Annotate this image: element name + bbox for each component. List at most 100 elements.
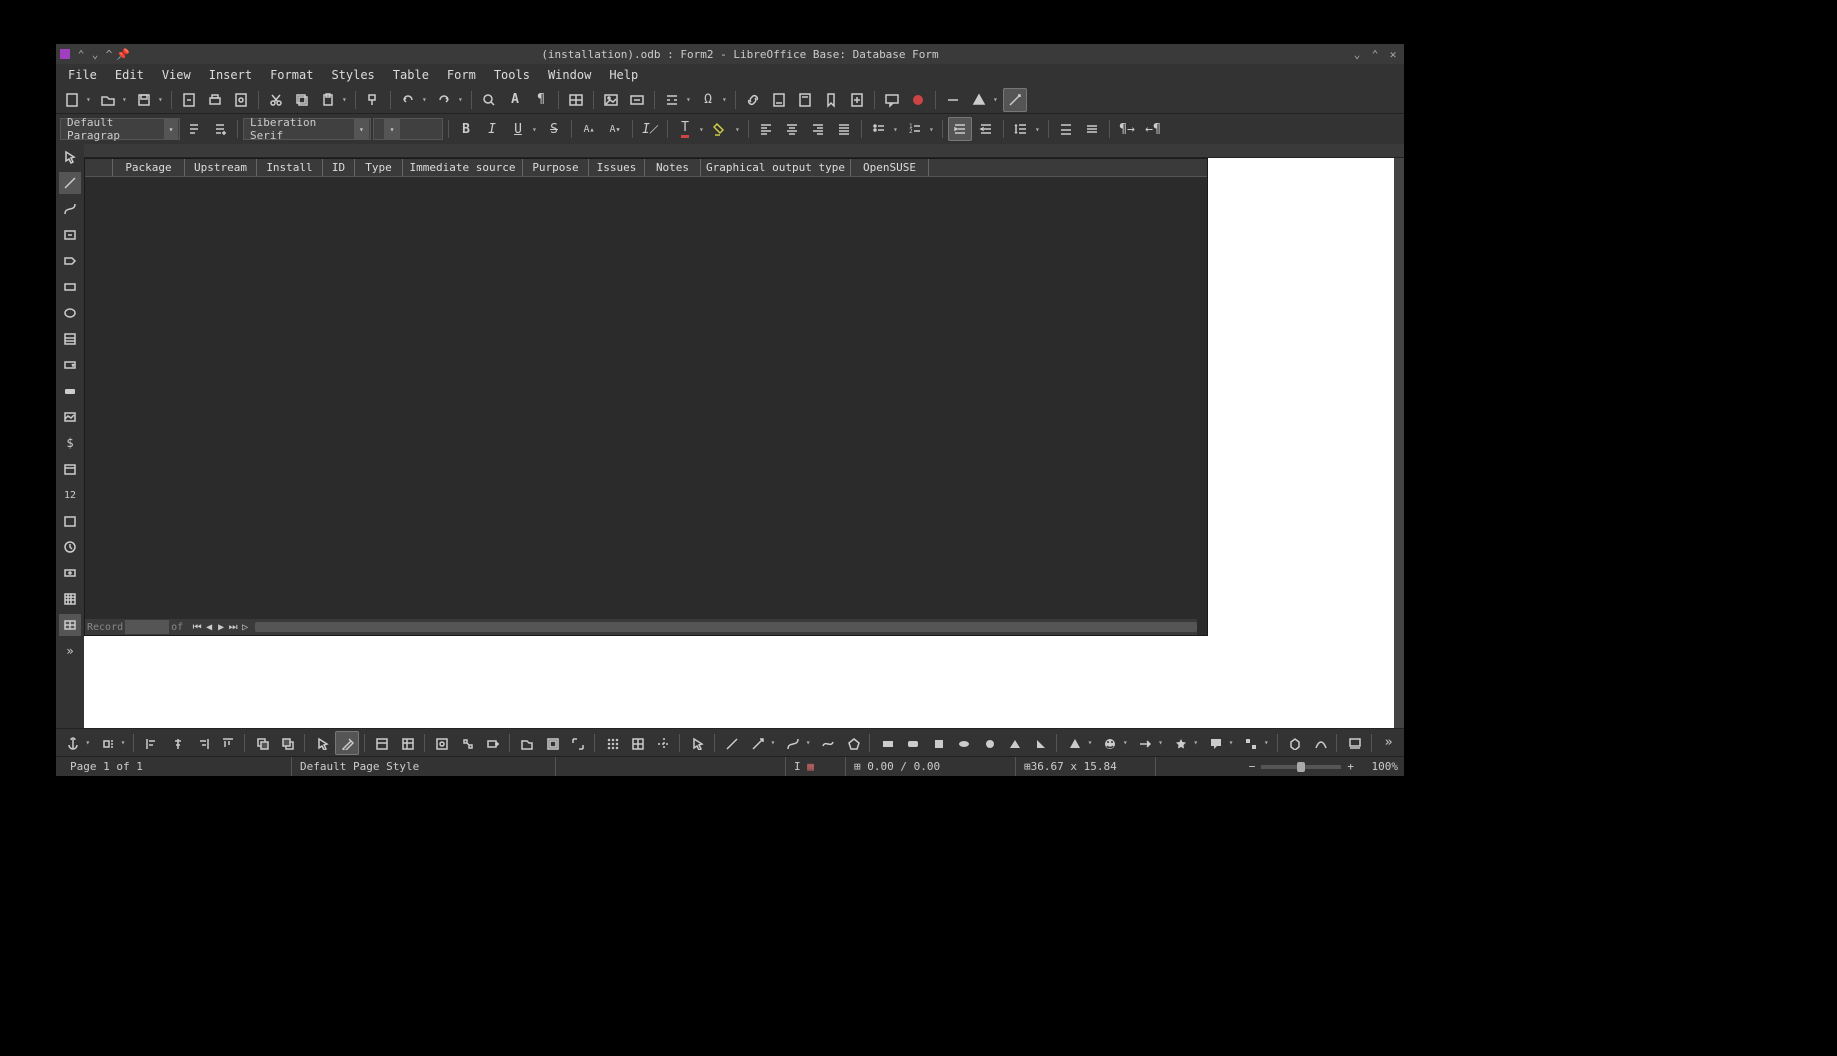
last-record-button[interactable]: ⏭: [227, 622, 239, 633]
line-arrow-button[interactable]: [745, 731, 768, 755]
grid-col-install[interactable]: Install: [257, 159, 323, 176]
decrease-para-spacing-button[interactable]: [1080, 117, 1104, 141]
flowchart-shapes-menu[interactable]: [1238, 731, 1261, 755]
new-record-button[interactable]: ▷: [239, 622, 251, 633]
track-changes-button[interactable]: [906, 88, 930, 112]
spellcheck-button[interactable]: A: [503, 88, 527, 112]
position-size[interactable]: [566, 731, 589, 755]
align-objects-center[interactable]: [165, 731, 188, 755]
paragraph-style-combo[interactable]: Default Paragrap▾: [60, 118, 180, 140]
menu-insert[interactable]: Insert: [201, 66, 260, 84]
ellipse-button[interactable]: [952, 731, 975, 755]
numeric-field-tool[interactable]: 12: [59, 484, 81, 506]
basic-shapes-button[interactable]: [967, 88, 991, 112]
rtl-button[interactable]: ←¶: [1141, 117, 1165, 141]
toggle-design-mode[interactable]: [335, 731, 358, 755]
status-page[interactable]: Page 1 of 1: [62, 757, 292, 776]
redo-button[interactable]: [432, 88, 456, 112]
prev-record-button[interactable]: ◀: [203, 622, 215, 633]
underline-button[interactable]: U: [506, 117, 530, 141]
font-name-combo[interactable]: Liberation Serif▾: [243, 118, 371, 140]
status-insert-mode[interactable]: I ▦: [786, 757, 846, 776]
menu-edit[interactable]: Edit: [107, 66, 152, 84]
line-tool[interactable]: [59, 172, 81, 194]
date-field-tool[interactable]: [59, 458, 81, 480]
new-button[interactable]: [60, 88, 84, 112]
basic-shapes-menu[interactable]: [1062, 731, 1085, 755]
document-canvas[interactable]: Package Upstream Install ID Type Immedia…: [84, 158, 1404, 728]
menu-tools[interactable]: Tools: [486, 66, 538, 84]
find-button[interactable]: [477, 88, 501, 112]
align-left-button[interactable]: [754, 117, 778, 141]
snap-to-grid[interactable]: [625, 731, 648, 755]
justify-button[interactable]: [832, 117, 856, 141]
next-record-button[interactable]: ▶: [215, 622, 227, 633]
increase-indent-button[interactable]: [948, 117, 972, 141]
maximize-icon[interactable]: ⌃: [1368, 47, 1382, 61]
automatic-focus[interactable]: [540, 731, 563, 755]
display-grid[interactable]: [600, 731, 623, 755]
grid-col-opensuse[interactable]: OpenSUSE: [851, 159, 929, 176]
wrap-button[interactable]: [95, 731, 118, 755]
select-object[interactable]: [310, 731, 333, 755]
arrow-shapes-menu[interactable]: [1133, 731, 1156, 755]
table-control-tool[interactable]: [59, 614, 81, 636]
grid-col-immediate-source[interactable]: Immediate source: [403, 159, 523, 176]
decrease-indent-button[interactable]: [974, 117, 998, 141]
menu-styles[interactable]: Styles: [323, 66, 382, 84]
groupbox-tool[interactable]: [59, 510, 81, 532]
control-properties[interactable]: [370, 731, 393, 755]
form-table-control[interactable]: Package Upstream Install ID Type Immedia…: [84, 158, 1208, 636]
currency-field-tool[interactable]: [59, 562, 81, 584]
align-objects-top[interactable]: [216, 731, 239, 755]
triangle-button[interactable]: [1002, 731, 1025, 755]
bullet-list-button[interactable]: [867, 117, 891, 141]
copy-button[interactable]: [290, 88, 314, 112]
insert-special-char-button[interactable]: Ω: [696, 88, 720, 112]
strikethrough-button[interactable]: S: [542, 117, 566, 141]
align-center-button[interactable]: [780, 117, 804, 141]
increase-para-spacing-button[interactable]: [1054, 117, 1078, 141]
rectangle-tool[interactable]: [59, 276, 81, 298]
grid-col-issues[interactable]: Issues: [589, 159, 645, 176]
export-pdf-button[interactable]: [177, 88, 201, 112]
insert-bookmark-button[interactable]: [819, 88, 843, 112]
vertical-scrollbar[interactable]: [1394, 158, 1404, 728]
insert-image-button[interactable]: [599, 88, 623, 112]
anchor-button[interactable]: [60, 731, 83, 755]
horizontal-ruler[interactable]: [84, 144, 1404, 158]
grid-col-purpose[interactable]: Purpose: [523, 159, 589, 176]
numbered-list-button[interactable]: 12: [903, 117, 927, 141]
clone-formatting-button[interactable]: [361, 88, 385, 112]
form-navigator[interactable]: [430, 731, 453, 755]
menu-form[interactable]: Form: [439, 66, 484, 84]
add-field[interactable]: [480, 731, 503, 755]
insert-line-button[interactable]: [941, 88, 965, 112]
ellipse-tool[interactable]: [59, 302, 81, 324]
fontwork-button[interactable]: [1308, 731, 1331, 755]
rectangle-button[interactable]: [875, 731, 898, 755]
insert-hyperlink-button[interactable]: [741, 88, 765, 112]
grid-col-graphical-output[interactable]: Graphical output type: [701, 159, 851, 176]
star-shapes-menu[interactable]: [1168, 731, 1191, 755]
grid-col-notes[interactable]: Notes: [645, 159, 701, 176]
bold-button[interactable]: B: [454, 117, 478, 141]
image-control-tool[interactable]: [59, 406, 81, 428]
align-objects-left[interactable]: [139, 731, 162, 755]
time-field-tool[interactable]: [59, 536, 81, 558]
curve-button[interactable]: [780, 731, 803, 755]
formatting-marks-button[interactable]: ¶: [529, 88, 553, 112]
guides-when-moving[interactable]: [651, 731, 674, 755]
paste-button[interactable]: [316, 88, 340, 112]
font-color-button[interactable]: T: [673, 117, 697, 141]
grid-horizontal-scrollbar[interactable]: [255, 622, 1197, 632]
new-style-button[interactable]: [208, 117, 232, 141]
listbox-tool[interactable]: [59, 328, 81, 350]
rounded-rect-button[interactable]: [901, 731, 924, 755]
align-right-button[interactable]: [806, 117, 830, 141]
update-style-button[interactable]: [182, 117, 206, 141]
status-language[interactable]: [556, 757, 786, 776]
formatted-field-tool[interactable]: $: [59, 432, 81, 454]
superscript-button[interactable]: A▴: [577, 117, 601, 141]
select-tool-2[interactable]: [685, 731, 708, 755]
